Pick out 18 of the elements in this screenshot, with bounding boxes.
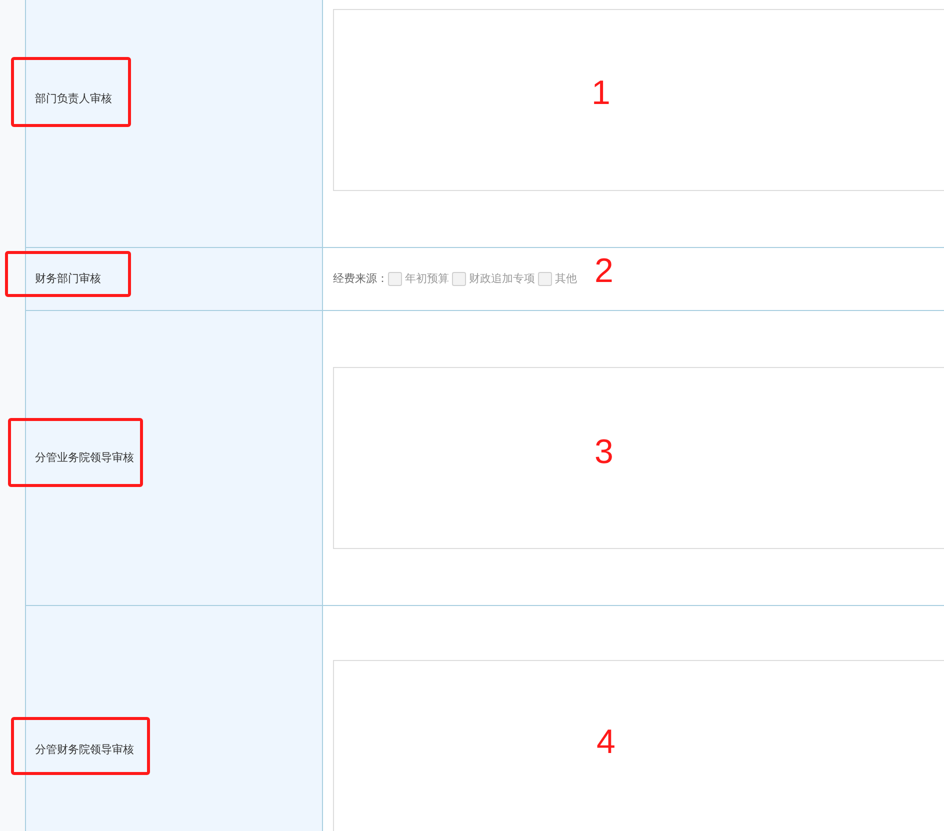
row-label: 财务部门审核 bbox=[35, 272, 101, 287]
row-label: 分管业务院领导审核 bbox=[35, 450, 134, 466]
annotation-number: 2 bbox=[594, 254, 614, 288]
row-label: 分管财务院领导审核 bbox=[35, 742, 134, 758]
checkbox-label: 财政追加专项 bbox=[469, 272, 535, 287]
checkbox-label: 年初预算 bbox=[405, 272, 449, 287]
row-label: 部门负责人审核 bbox=[35, 92, 112, 108]
annotation-number: 4 bbox=[596, 725, 616, 759]
field-label: 经费来源： bbox=[333, 272, 388, 287]
input-field[interactable] bbox=[333, 367, 944, 549]
input-field[interactable] bbox=[333, 8, 944, 190]
checkbox[interactable] bbox=[538, 272, 552, 286]
annotation-number: 1 bbox=[592, 76, 610, 110]
checkbox[interactable] bbox=[452, 272, 466, 286]
annotation-number: 3 bbox=[594, 435, 614, 469]
checkbox[interactable] bbox=[388, 272, 402, 286]
checkbox-label: 其他 bbox=[555, 272, 577, 287]
input-field[interactable] bbox=[333, 660, 944, 831]
